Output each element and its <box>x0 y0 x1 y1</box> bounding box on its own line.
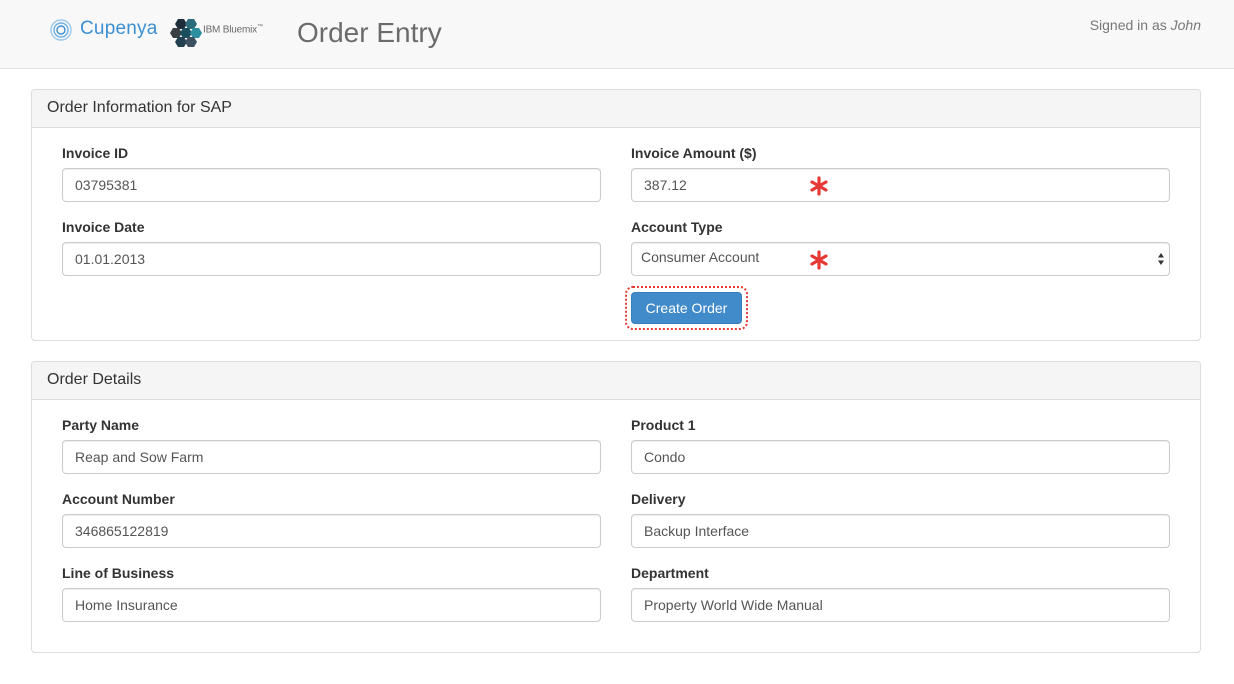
panel-heading-order-details: Order Details <box>32 362 1200 400</box>
invoice-id-input[interactable] <box>62 168 601 202</box>
product-1-label: Product 1 <box>631 417 696 433</box>
invoice-amount-input[interactable] <box>631 168 1170 202</box>
invoice-date-label: Invoice Date <box>62 219 145 235</box>
party-name-label: Party Name <box>62 417 140 433</box>
create-order-highlight: Create Order <box>625 286 748 330</box>
invoice-date-input[interactable] <box>62 242 601 276</box>
signed-in-status: Signed in as John <box>1090 17 1201 33</box>
party-name-input[interactable] <box>62 440 601 474</box>
page-title: Order Entry <box>297 17 442 48</box>
department-label: Department <box>631 565 709 581</box>
select-updown-arrows-icon <box>1158 253 1164 265</box>
required-asterisk-icon <box>810 176 828 196</box>
account-type-selected-value: Consumer Account <box>641 249 760 265</box>
cupenya-logo-icon <box>50 19 72 41</box>
invoice-id-label: Invoice ID <box>62 145 129 161</box>
product-1-input[interactable] <box>631 440 1170 474</box>
partner-brand: IBM Bluemix™ <box>203 24 263 36</box>
account-type-label: Account Type <box>631 219 723 235</box>
department-input[interactable] <box>631 588 1170 622</box>
invoice-amount-label: Invoice Amount ($) <box>631 145 757 161</box>
create-order-button[interactable]: Create Order <box>631 292 742 324</box>
required-asterisk-icon <box>810 250 828 270</box>
signed-in-prefix: Signed in as <box>1089 17 1167 33</box>
line-of-business-input[interactable] <box>62 588 601 622</box>
order-information-panel: Order Information for SAP <box>31 89 1201 341</box>
bluemix-hexagon-icon <box>170 19 202 47</box>
brand-name[interactable]: Cupenya <box>80 18 157 40</box>
delivery-label: Delivery <box>631 491 686 507</box>
line-of-business-label: Line of Business <box>62 565 175 581</box>
signed-in-user: John <box>1170 17 1201 33</box>
navbar: Cupenya IBM Bluemix™ Order Entry Signed … <box>0 0 1234 69</box>
panel-heading-order-information: Order Information for SAP <box>32 90 1200 128</box>
account-number-input[interactable] <box>62 514 601 548</box>
delivery-input[interactable] <box>631 514 1170 548</box>
account-number-label: Account Number <box>62 491 175 507</box>
account-type-select[interactable]: Consumer Account <box>631 242 1170 276</box>
